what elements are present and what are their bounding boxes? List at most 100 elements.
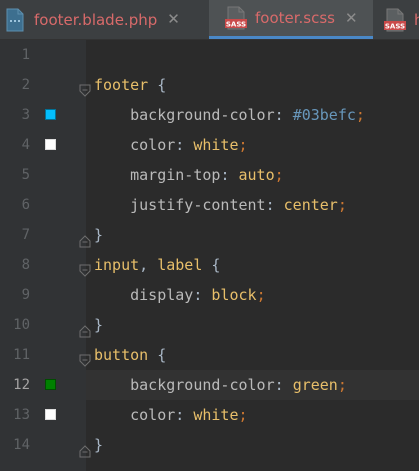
css-property: display [130, 286, 194, 304]
color-swatch-icon[interactable] [45, 379, 56, 390]
code-line[interactable]: 3 background-color: #03befc; [0, 100, 419, 130]
line-number: 3 [21, 107, 30, 123]
css-selector: input [94, 256, 140, 274]
line-number: 6 [21, 197, 30, 213]
css-value: white [193, 406, 239, 424]
open-brace: { [148, 346, 167, 364]
code-text: footer { [94, 70, 166, 100]
svg-text:SASS: SASS [385, 22, 405, 30]
tab-label: footer.scss [255, 9, 335, 27]
semicolon: ; [337, 196, 347, 214]
code-line[interactable]: 12 background-color: green; [0, 370, 419, 400]
line-number: 9 [21, 287, 30, 303]
line-number: 11 [13, 347, 30, 363]
semicolon: ; [274, 166, 284, 184]
tab-partial[interactable]: SASS h [374, 0, 419, 39]
code-line[interactable]: 14} [0, 430, 419, 460]
close-brace: } [94, 316, 104, 334]
css-property: margin-top [130, 166, 221, 184]
code-line[interactable]: 5 margin-top: auto; [0, 160, 419, 190]
line-number: 2 [21, 77, 30, 93]
code-text: justify-content: center; [94, 190, 347, 220]
fold-open-icon[interactable] [78, 348, 92, 367]
code-line[interactable]: 10} [0, 310, 419, 340]
line-number: 12 [13, 377, 30, 393]
color-swatch-icon[interactable] [45, 409, 56, 420]
sass-file-icon: SASS [382, 7, 408, 33]
css-value: block [211, 286, 257, 304]
css-selector: button [94, 346, 149, 364]
css-selector: footer [94, 76, 149, 94]
semicolon: ; [238, 406, 248, 424]
code-text: color: white; [94, 130, 248, 160]
punctuation: : [175, 136, 194, 154]
css-value: auto [238, 166, 275, 184]
color-swatch-icon[interactable] [45, 109, 56, 120]
line-number: 7 [21, 227, 30, 243]
line-number: 10 [13, 317, 30, 333]
code-line[interactable]: 9 display: block; [0, 280, 419, 310]
code-text: } [94, 310, 103, 340]
code-text: button { [94, 340, 166, 370]
fold-close-icon[interactable] [78, 318, 92, 338]
css-property: color [130, 136, 176, 154]
fold-open-icon[interactable] [78, 258, 92, 277]
fold-close-icon[interactable] [78, 228, 92, 248]
code-line[interactable]: 4 color: white; [0, 130, 419, 160]
code-line[interactable]: 1 [0, 40, 419, 70]
code-text: color: white; [94, 400, 248, 430]
semicolon: ; [238, 136, 248, 154]
close-tab-icon[interactable]: ✕ [167, 12, 180, 27]
tab-footer-scss[interactable]: SASS footer.scss ✕ [209, 0, 373, 39]
css-value: green [292, 376, 338, 394]
line-number: 5 [21, 167, 30, 183]
fold-close-icon[interactable] [78, 438, 92, 458]
sass-file-icon: SASS [223, 5, 249, 31]
php-file-icon [2, 7, 28, 33]
svg-text:SASS: SASS [226, 21, 246, 29]
code-line[interactable]: 13 color: white; [0, 400, 419, 430]
code-line[interactable]: 11 button { [0, 340, 419, 370]
color-swatch-icon[interactable] [45, 139, 56, 150]
code-text: input, label { [94, 250, 220, 280]
line-number: 13 [13, 407, 30, 423]
line-number: 14 [13, 437, 30, 453]
punctuation: : [274, 376, 293, 394]
punctuation: , [139, 256, 158, 274]
close-tab-icon[interactable]: ✕ [345, 10, 358, 26]
tab-label: footer.blade.php [34, 10, 158, 29]
code-line[interactable]: 6 justify-content: center; [0, 190, 419, 220]
open-brace: { [202, 256, 221, 274]
fold-open-icon[interactable] [78, 78, 92, 97]
code-text: } [94, 430, 103, 460]
code-text: display: block; [94, 280, 266, 310]
tab-footer-blade-php[interactable]: footer.blade.php ✕ [0, 0, 208, 39]
punctuation: : [193, 286, 212, 304]
close-brace: } [94, 226, 104, 244]
punctuation: : [274, 106, 293, 124]
code-line[interactable]: 2 footer { [0, 70, 419, 100]
css-selector: label [157, 256, 203, 274]
editor-tab-bar: footer.blade.php ✕ SASS footer.scss ✕ SA… [0, 0, 419, 40]
code-editor[interactable]: 1 2 footer {3 background-color: #03befc; 4 … [0, 40, 419, 471]
code-line[interactable]: 7} [0, 220, 419, 250]
code-line[interactable]: 8 input, label { [0, 250, 419, 280]
css-property: color [130, 406, 176, 424]
open-brace: { [148, 76, 167, 94]
code-text: margin-top: auto; [94, 160, 284, 190]
punctuation: : [175, 406, 194, 424]
close-brace: } [94, 436, 104, 454]
line-number: 4 [21, 137, 30, 153]
tab-label: h [414, 10, 419, 29]
semicolon: ; [256, 286, 266, 304]
punctuation: : [265, 196, 284, 214]
css-property: background-color [130, 106, 275, 124]
code-text: background-color: #03befc; [94, 100, 365, 130]
line-number: 8 [21, 257, 30, 273]
